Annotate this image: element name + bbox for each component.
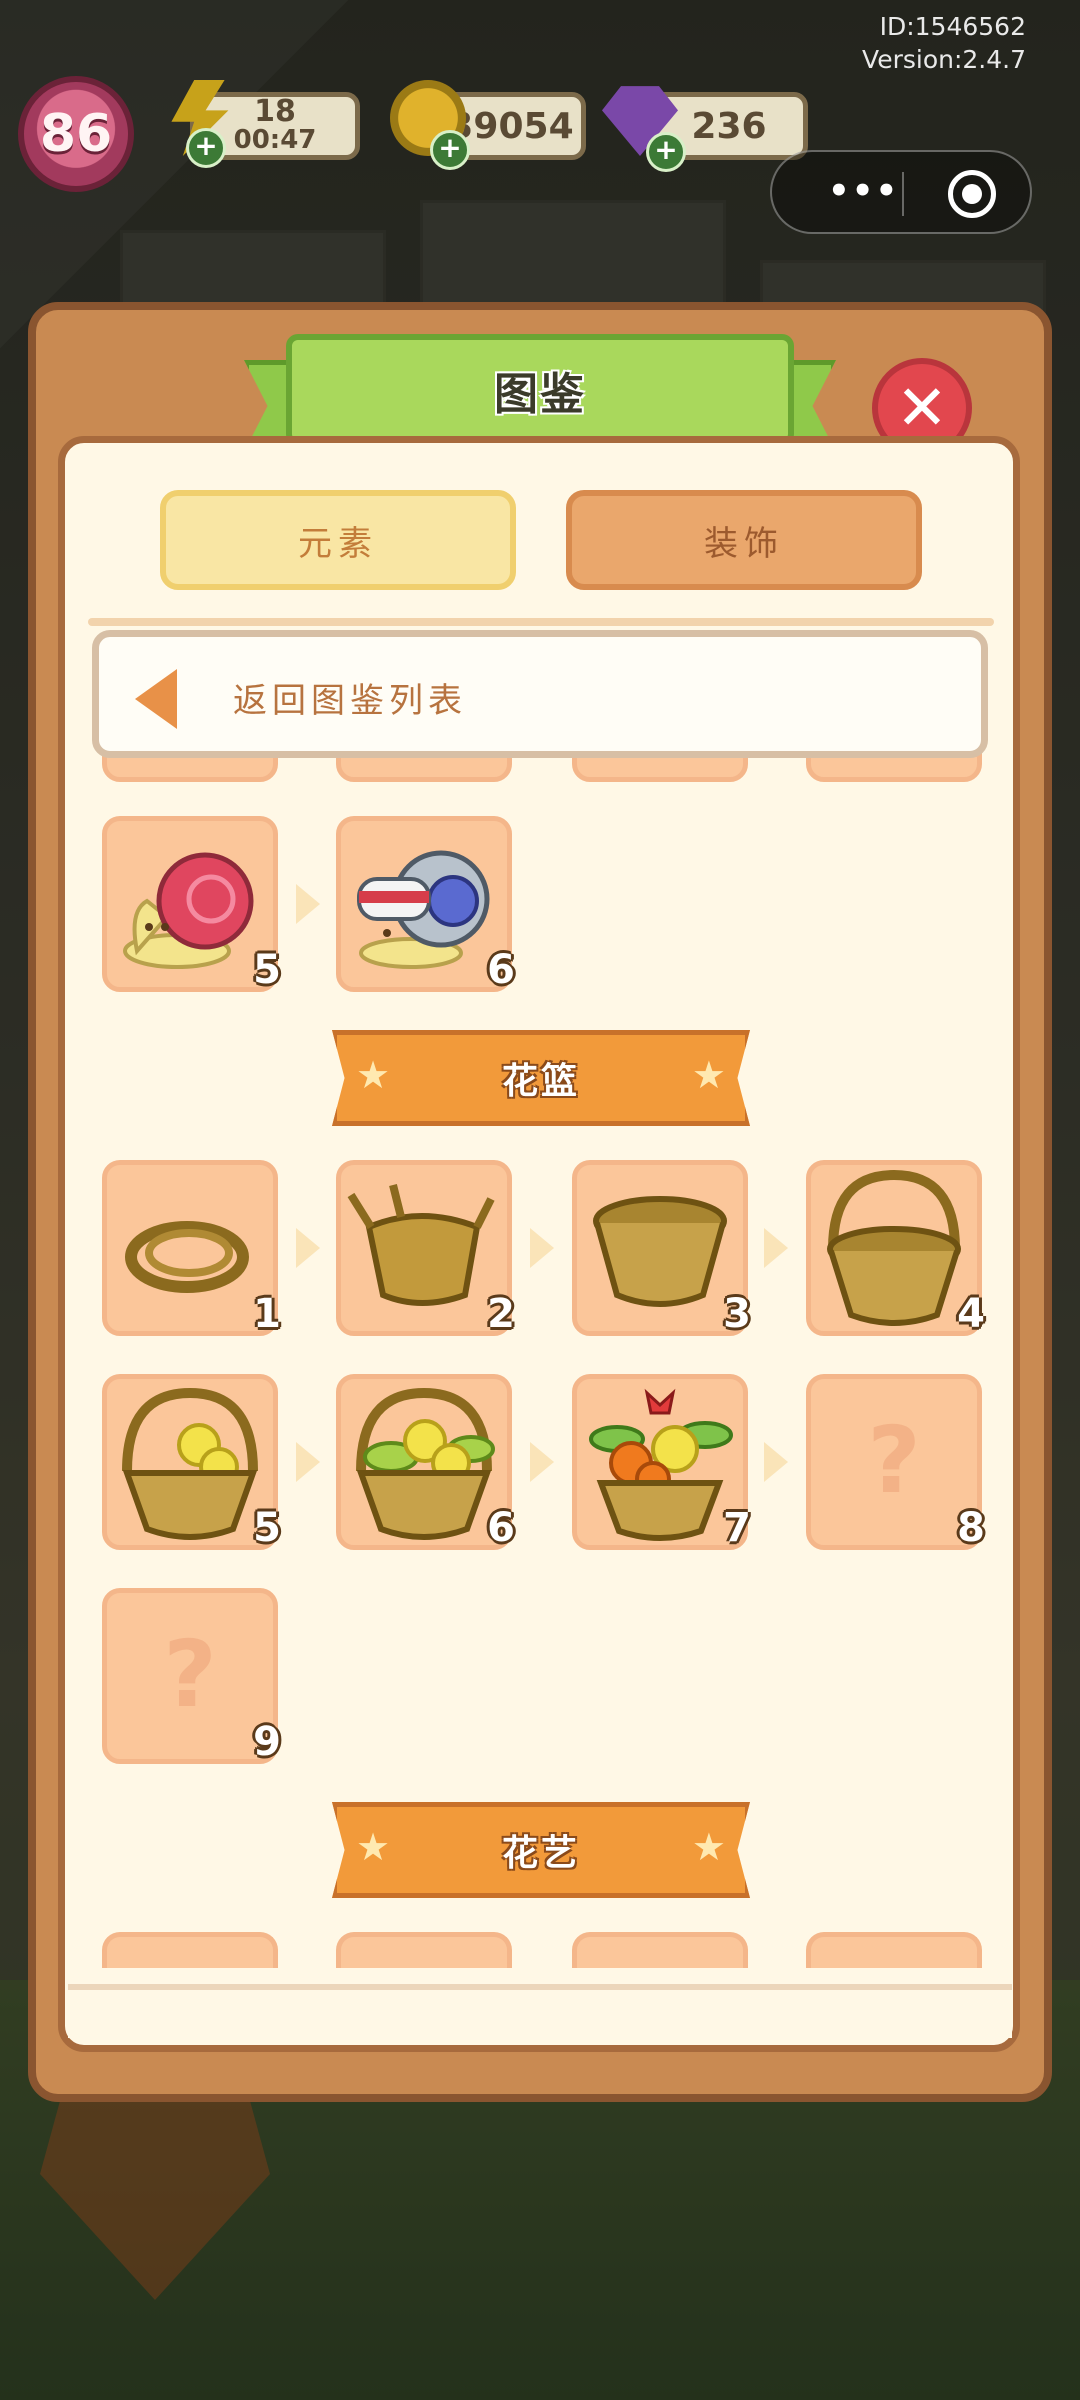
version-label: Version:2.4.7	[862, 45, 1026, 74]
codex-title: 图鉴	[494, 369, 586, 420]
item-level: 7	[723, 1505, 751, 1551]
handled-basket-icon	[827, 1169, 961, 1326]
add-energy-button[interactable]: +	[186, 128, 226, 168]
codex-item[interactable]: 5	[102, 816, 281, 993]
tab-decorations-label: 装饰	[704, 523, 784, 564]
back-arrow-icon	[135, 669, 177, 729]
snail-helmet-icon	[357, 850, 490, 969]
section-header: 花篮 ★ ★	[332, 1030, 750, 1126]
question-mark-icon: ?	[867, 1407, 921, 1514]
basket-flowers-leaves-icon	[356, 1387, 495, 1540]
item-level: 3	[723, 1291, 751, 1337]
codex-item[interactable]: 2	[336, 1160, 515, 1337]
target-icon[interactable]	[948, 170, 996, 218]
item-level: 2	[487, 1291, 515, 1337]
player-level-value: 86	[39, 104, 113, 164]
star-icon: ★	[356, 1825, 391, 1869]
basket-yellow-flowers-icon	[122, 1387, 258, 1540]
merge-arrow-icon	[296, 1442, 320, 1482]
codex-item[interactable]: 7	[572, 1374, 751, 1551]
question-mark-icon: ?	[163, 1621, 217, 1728]
codex-item[interactable]: 6	[336, 816, 515, 993]
merge-arrow-icon	[296, 884, 320, 924]
star-icon: ★	[691, 1825, 726, 1869]
clipped-tile	[102, 1932, 278, 1968]
section-title: 花艺	[501, 1833, 580, 1874]
codex-item-locked[interactable]: ? 9	[102, 1588, 281, 1765]
scroll-fade-edge	[68, 1984, 1012, 2038]
codex-item[interactable]: 1	[102, 1160, 281, 1337]
clipped-tile	[806, 1932, 982, 1968]
player-id-label: ID:1546562	[879, 12, 1026, 41]
item-level: 8	[957, 1505, 985, 1551]
add-coins-button[interactable]: +	[430, 130, 470, 170]
merge-arrow-icon	[530, 1442, 554, 1482]
basket-bowl-icon	[593, 1196, 727, 1307]
clipped-tile	[572, 1932, 748, 1968]
item-level: 1	[253, 1291, 281, 1337]
capsule-divider	[902, 172, 904, 216]
item-level: 5	[253, 1505, 281, 1551]
codex-item[interactable]: 3	[572, 1160, 751, 1337]
tab-elements[interactable]: 元素	[160, 490, 516, 590]
star-icon: ★	[356, 1053, 391, 1097]
codex-item[interactable]: 5	[102, 1374, 281, 1551]
section-header: 花艺 ★ ★	[332, 1802, 750, 1898]
merge-arrow-icon	[296, 1228, 320, 1268]
more-menu-button[interactable]: •••	[828, 174, 899, 208]
codex-item[interactable]: 4	[806, 1160, 985, 1337]
clipped-tile	[336, 1932, 512, 1968]
unfinished-basket-icon	[347, 1184, 495, 1306]
item-level: 6	[487, 947, 515, 993]
item-level: 6	[487, 1505, 515, 1551]
miniprogram-capsule: •••	[770, 150, 1032, 234]
energy-value: 18	[254, 94, 296, 129]
close-icon: ✕	[896, 371, 948, 444]
back-to-list-button[interactable]: 返回图鉴列表	[92, 630, 988, 758]
twig-bundle-icon	[125, 1221, 249, 1293]
account-info: ID:1546562 Version:2.4.7	[862, 10, 1026, 76]
merge-arrow-icon	[530, 1228, 554, 1268]
item-level: 4	[957, 1291, 985, 1337]
gem-value: 236	[691, 105, 767, 147]
merge-arrow-icon	[764, 1442, 788, 1482]
player-level-badge[interactable]: 86	[18, 76, 134, 192]
codex-item-locked[interactable]: ? 8	[806, 1374, 985, 1551]
snail-pink-shell-icon	[123, 852, 254, 969]
back-to-list-label: 返回图鉴列表	[233, 681, 467, 721]
item-level: 9	[253, 1719, 281, 1765]
item-level: 5	[253, 947, 281, 993]
tab-decorations[interactable]: 装饰	[566, 490, 922, 590]
section-title: 花篮	[501, 1061, 580, 1102]
star-icon: ★	[691, 1053, 726, 1097]
tab-divider	[88, 618, 994, 626]
merge-arrow-icon	[764, 1228, 788, 1268]
add-gems-button[interactable]: +	[646, 132, 686, 172]
energy-timer: 00:47	[233, 125, 317, 155]
codex-item[interactable]: 6	[336, 1374, 515, 1551]
flower-bouquet-basket-icon	[589, 1388, 733, 1541]
tab-elements-label: 元素	[298, 523, 378, 564]
